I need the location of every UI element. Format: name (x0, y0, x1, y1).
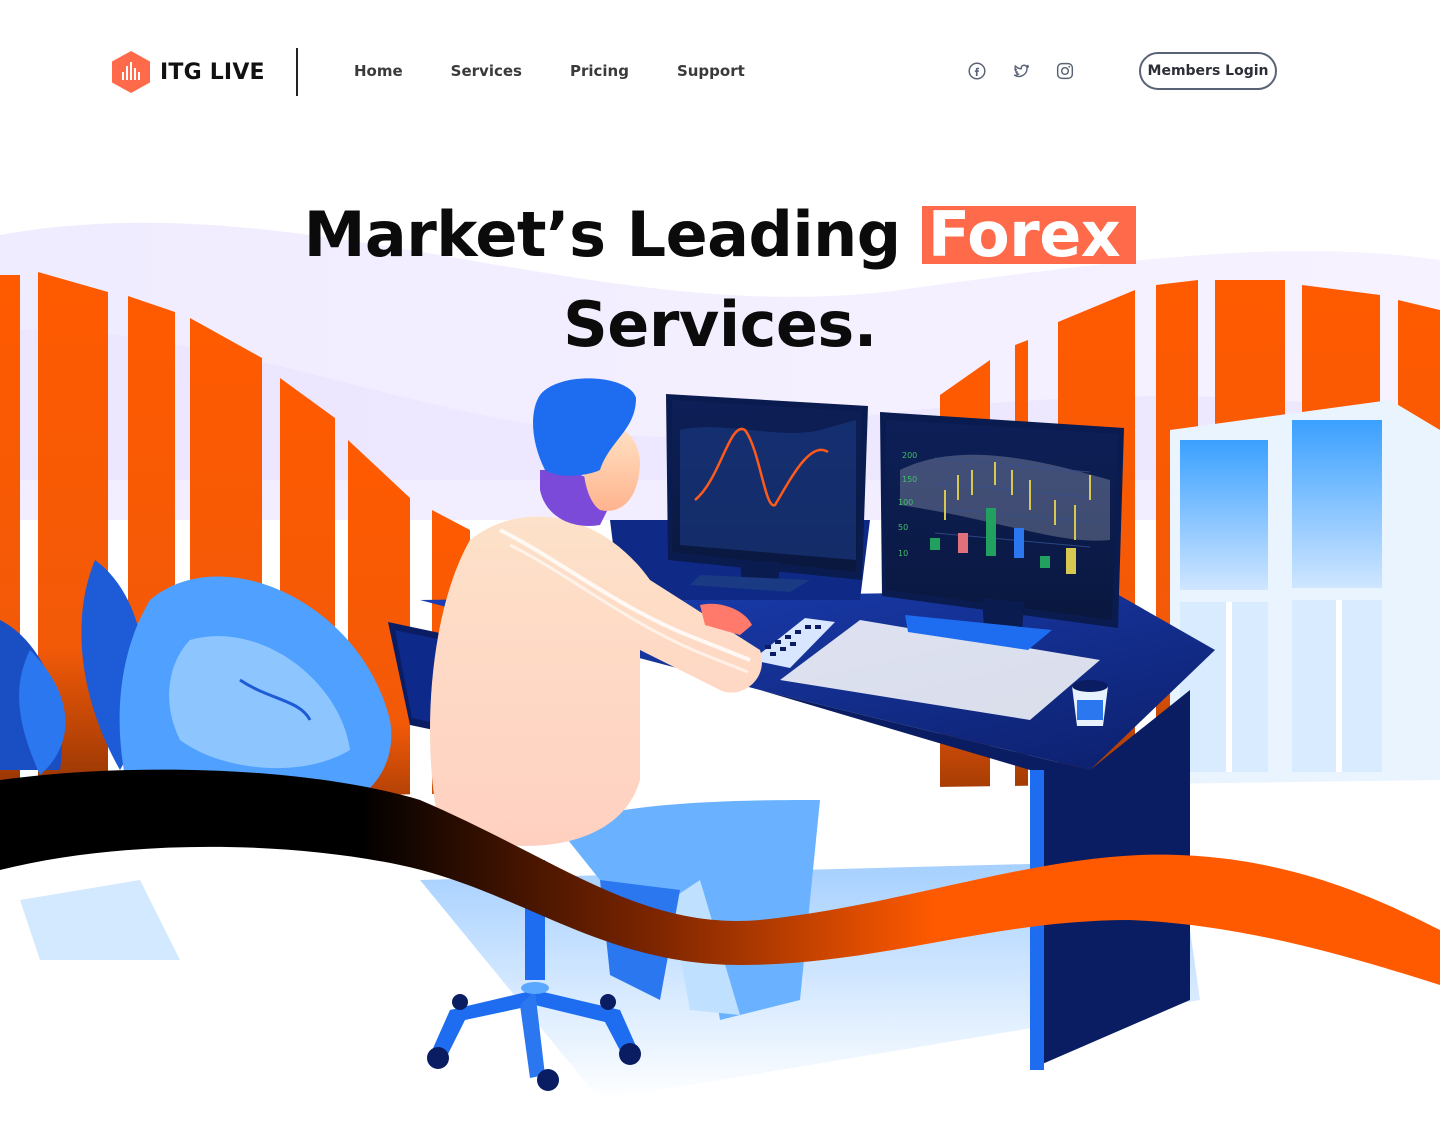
social-links (966, 60, 1076, 82)
chart-y-tick: 100 (898, 498, 913, 507)
members-login-button[interactable]: Members Login (1139, 52, 1277, 90)
chart-y-tick: 150 (902, 475, 917, 484)
hero-heading: Market’s Leading Forex Services. (0, 190, 1440, 370)
nav-home-link[interactable]: Home (354, 62, 403, 80)
instagram-icon[interactable] (1054, 60, 1076, 82)
chart-y-tick: 10 (898, 549, 908, 558)
hero-line-1: Market’s Leading Forex (0, 190, 1440, 280)
window (1170, 400, 1440, 820)
hero-title-text: Market’s Leading (303, 198, 901, 271)
monitor-left (666, 394, 868, 592)
nav-support-link[interactable]: Support (677, 62, 745, 80)
main-nav: Home Services Pricing Support (354, 62, 793, 80)
top-header: ITG LIVE Home Services Pricing Support M… (0, 0, 1440, 140)
brand[interactable]: ITG LIVE (110, 50, 265, 94)
nav-pricing-link[interactable]: Pricing (570, 62, 629, 80)
header-divider (296, 48, 298, 96)
hero-title-highlight: Forex (921, 204, 1137, 266)
chart-y-tick: 200 (902, 451, 917, 460)
bars-hex-logo (112, 51, 150, 93)
twitter-icon[interactable] (1010, 60, 1032, 82)
nav-services-link[interactable]: Services (451, 62, 522, 80)
hero-illustration: 200 150 100 50 10 (0, 222, 1440, 1135)
hero-line-2: Services. (563, 288, 877, 361)
brand-name: ITG LIVE (160, 59, 265, 85)
chart-y-tick: 50 (898, 523, 908, 532)
facebook-icon[interactable] (966, 60, 988, 82)
